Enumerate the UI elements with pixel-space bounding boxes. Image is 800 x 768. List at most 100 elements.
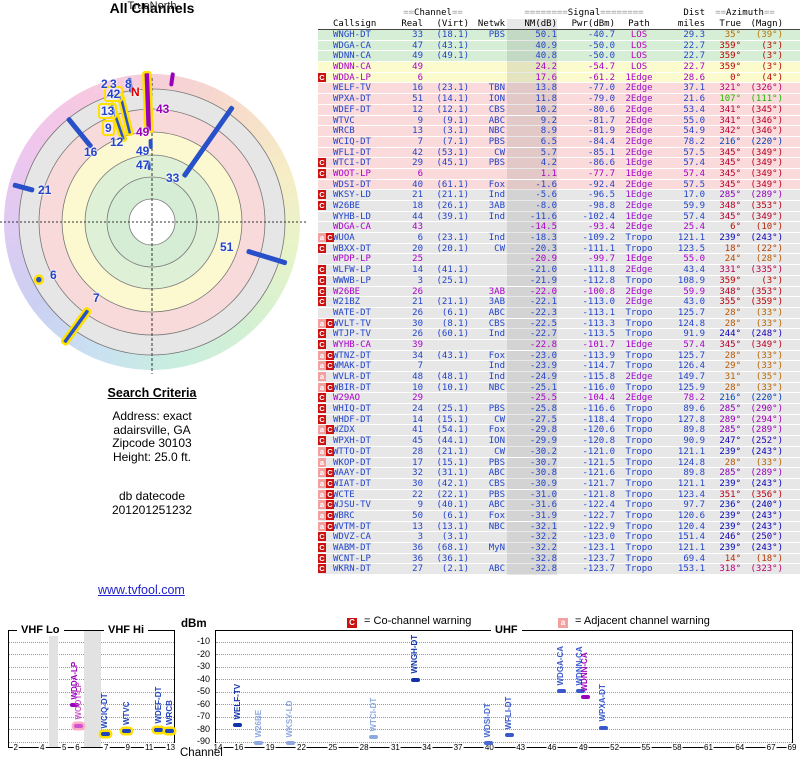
- channel-tick: 13: [165, 743, 177, 752]
- distance-cell: 153.1: [677, 564, 705, 575]
- azimuth-magnetic-cell: (4°): [761, 72, 783, 83]
- virtual-channel-cell: (6.1): [441, 307, 469, 318]
- azimuth-true-cell: 318°: [719, 564, 741, 575]
- callsign-cell: WRCB: [333, 126, 355, 137]
- path-cell: Tropo: [625, 543, 653, 553]
- azimuth-magnetic-cell: (353°): [750, 201, 783, 211]
- nm-db-cell: -31.6: [507, 500, 557, 511]
- power-dbm-cell: -104.4: [582, 393, 615, 404]
- channel-tick: 9: [124, 743, 131, 752]
- real-channel-cell: 14: [412, 265, 423, 276]
- radar-label-49: 49: [136, 125, 150, 139]
- nm-db-cell: -22.1: [507, 297, 557, 308]
- table-row: C WTCI-DT 29 (45.1) PBS 4.2 -86.6 1Edge 57.4 345°…: [318, 158, 800, 169]
- nm-db-cell: -32.1: [507, 521, 557, 533]
- distance-cell: 37.1: [683, 83, 705, 94]
- radar-label-7: 7: [93, 291, 100, 305]
- azimuth-true-cell: 239°: [719, 521, 741, 532]
- network-cell: CW: [494, 414, 505, 425]
- virtual-channel-cell: [425, 254, 469, 265]
- real-channel-cell: 10: [412, 382, 423, 393]
- power-dbm-cell: -113.0: [582, 297, 615, 308]
- co-channel-warning-badge: C: [318, 201, 326, 210]
- azimuth-magnetic-cell: (33°): [755, 361, 783, 372]
- station-marker-wdga-ca: [556, 689, 566, 694]
- virtual-channel-cell: [425, 62, 469, 73]
- co-channel-warning-badge: C: [318, 329, 326, 339]
- power-dbm-cell: -102.4: [582, 211, 615, 222]
- network-cell: TBN: [488, 83, 505, 94]
- distance-cell: 125.9: [677, 382, 705, 393]
- azimuth-true-cell: 216°: [719, 136, 741, 147]
- radar-label-13: 13: [98, 103, 118, 119]
- path-cell: Tropo: [625, 329, 653, 340]
- table-row: a C WBRC 50 (6.1) Fox -31.9 -122.7 Tropo 120.6 239…: [318, 510, 800, 522]
- table-row: a C WVTM-DT 13 (13.1) NBC -32.1 -122.9 Tropo 120.…: [318, 521, 800, 533]
- distance-cell: 121.1: [677, 233, 705, 244]
- virtual-channel-cell: (15.1): [436, 414, 469, 425]
- callsign-cell: WELF-TV: [333, 83, 371, 94]
- callsign-cell: WTNZ-DT: [333, 350, 371, 361]
- nm-db-cell: 4.2: [507, 158, 557, 169]
- virtual-channel-cell: (10.1): [436, 382, 469, 393]
- power-dbm-cell: -77.7: [587, 168, 615, 179]
- co-channel-warning-badge: C: [318, 286, 326, 296]
- network-cell: [471, 51, 505, 62]
- dbm-tick-label: -30: [196, 661, 210, 671]
- power-dbm-cell: -121.5: [582, 457, 615, 468]
- station-marker-wciq-dt: [100, 732, 110, 737]
- azimuth-true-cell: 359°: [719, 40, 741, 51]
- path-cell: Tropo: [625, 510, 653, 521]
- table-row: C WHIQ-DT 24 (25.1) PBS -25.8 -116.6 Tropo 89.6 2…: [318, 404, 800, 415]
- table-row: C W29AO 29 -25.5 -104.4 2Edge 78.2 216° (220°): [318, 393, 800, 405]
- real-channel-cell: 13: [412, 521, 423, 532]
- radar-label-n: N: [131, 85, 140, 99]
- search-criteria: Search Criteria Address: exact adairsvill…: [0, 386, 304, 517]
- azimuth-true-cell: 246°: [719, 532, 741, 543]
- radar-label-51: 51: [220, 240, 234, 254]
- callsign-cell: WTVC: [333, 115, 355, 126]
- path-cell: Tropo: [625, 414, 653, 425]
- network-cell: PBS: [488, 158, 505, 169]
- nm-db-cell: -32.8: [507, 553, 557, 565]
- nm-db-cell: -21.9: [507, 275, 557, 287]
- azimuth-magnetic-cell: (349°): [750, 147, 783, 158]
- path-cell: 1Edge: [625, 190, 653, 201]
- distance-cell: 127.8: [677, 414, 705, 425]
- callsign-cell: WDNN-CA: [333, 51, 371, 62]
- table-row: C WBXX-DT 20 (20.1) CW -20.3 -111.1 Tropo 123.5 1…: [318, 243, 800, 255]
- callsign-cell: WAAY-DT: [333, 468, 371, 479]
- co-channel-warning-badge: C: [318, 564, 326, 574]
- tvfool-report-page: All Channels TrueNorth 33 16 21 51 7 6 49 43 49 4…: [0, 0, 800, 768]
- power-dbm-cell: -81.7: [587, 115, 615, 126]
- co-channel-warning-badge: C: [318, 404, 326, 414]
- power-dbm-cell: -85.1: [587, 147, 615, 158]
- adjacent-channel-warning-badge: a: [318, 350, 326, 360]
- power-dbm-cell: -123.0: [582, 532, 615, 543]
- callsign-cell: WVLT-TV: [333, 318, 371, 329]
- virtual-channel-cell: (15.1): [436, 457, 469, 468]
- callsign-cell: WBXX-DT: [333, 243, 371, 254]
- callsign-cell: WABM-DT: [333, 543, 371, 553]
- distance-cell: 59.9: [683, 286, 705, 297]
- adjacent-channel-warning-badge: a: [318, 233, 326, 243]
- real-channel-cell: 18: [412, 201, 423, 211]
- table-row: WELF-TV 16 (23.1) TBN 13.8 -77.0 2Edge 37.1 321°…: [318, 83, 800, 95]
- nm-db-cell: 11.8: [507, 94, 557, 105]
- path-cell: Tropo: [625, 457, 653, 468]
- azimuth-magnetic-cell: (326°): [750, 83, 783, 94]
- path-cell: Tropo: [625, 436, 653, 447]
- table-row: WNGH-DT 33 (18.1) PBS 50.1 -40.7 LOS 29.3 35° (39…: [318, 30, 800, 41]
- path-cell: Tropo: [625, 489, 653, 500]
- distance-cell: 91.9: [683, 329, 705, 340]
- distance-cell: 17.0: [683, 190, 705, 201]
- azimuth-magnetic-cell: (289°): [750, 468, 783, 479]
- co-channel-warning-badge: C: [318, 532, 326, 542]
- network-cell: ABC: [488, 500, 505, 511]
- callsign-cell: WJSU-TV: [333, 500, 371, 511]
- table-row: C WLFW-LP 14 (41.1) -21.0 -111.8 2Edge 43.4 331°…: [318, 265, 800, 276]
- table-row: WRCB 13 (3.1) NBC 8.9 -81.9 2Edge 54.9 342° (346°…: [318, 126, 800, 137]
- azimuth-true-cell: 341°: [719, 115, 741, 126]
- callsign-cell: WOOT-LP: [333, 168, 371, 179]
- tvfool-link[interactable]: www.tvfool.com: [98, 583, 185, 597]
